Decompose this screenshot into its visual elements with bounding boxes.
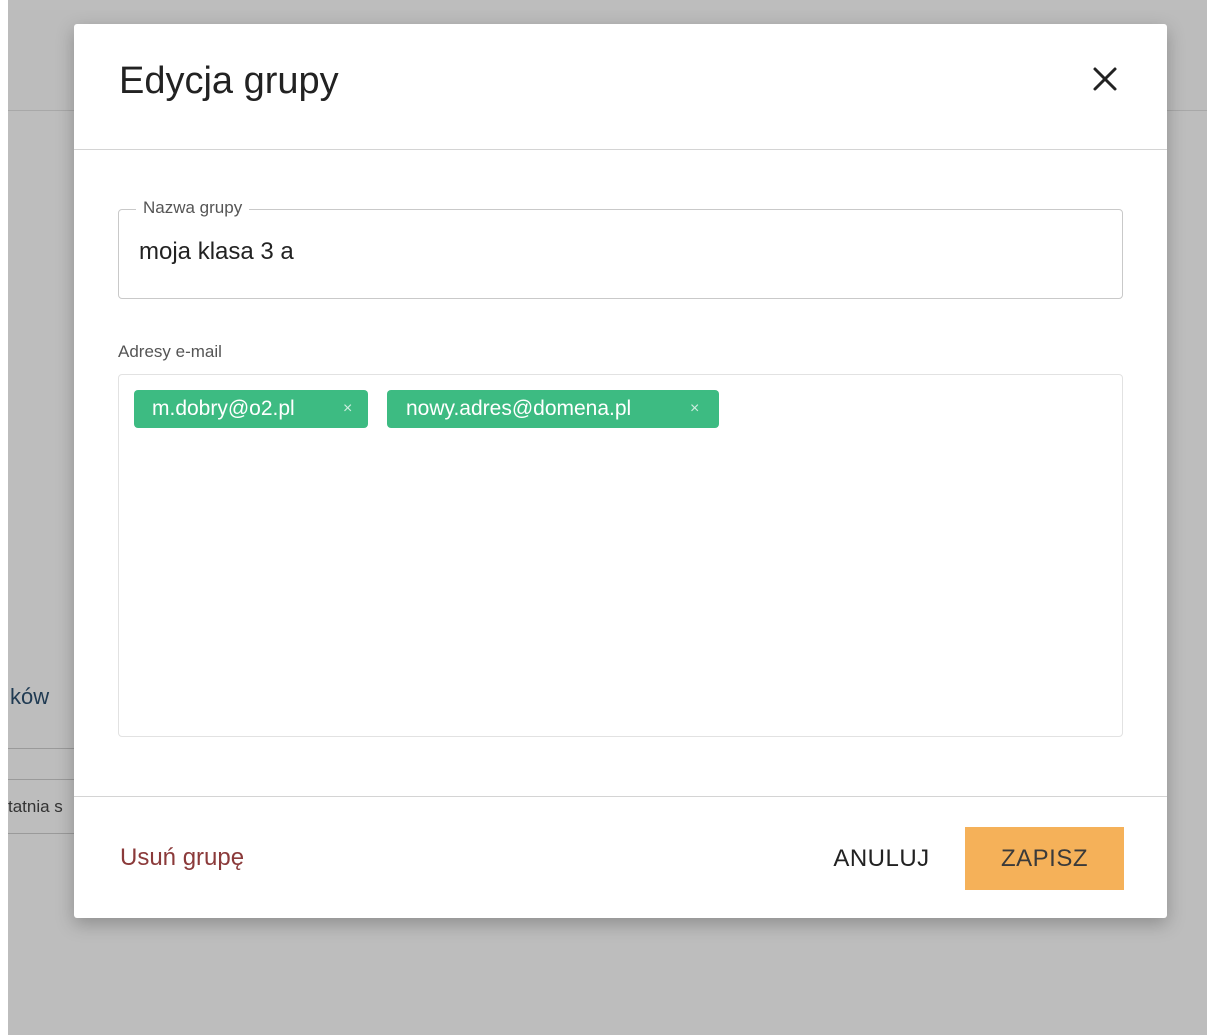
dialog-footer: Usuń grupę ANULUJ ZAPISZ [74,796,1167,919]
group-name-field: Nazwa grupy [118,198,1123,299]
background-divider [8,748,78,749]
close-icon [1093,67,1117,91]
page: ków tatnia s Edycja grupy Nazwa grupy Ad… [0,0,1207,1035]
cancel-button[interactable]: ANULUJ [809,828,954,890]
delete-group-link[interactable]: Usuń grupę [120,844,244,872]
dialog-title: Edycja grupy [119,60,339,102]
emails-input-area[interactable]: m.dobry@o2.pl × nowy.adres@domena.pl × [118,374,1123,737]
email-chip-label: m.dobry@o2.pl [152,397,295,420]
edit-group-dialog: Edycja grupy Nazwa grupy Adresy e-mail m… [74,24,1167,918]
remove-chip-icon[interactable]: × [690,390,699,428]
close-button[interactable] [1084,60,1124,100]
background-divider [8,779,78,780]
background-section-text: ków [10,684,50,709]
save-button[interactable]: ZAPISZ [965,827,1124,890]
group-name-input[interactable] [139,238,1099,266]
group-name-label: Nazwa grupy [136,198,250,218]
email-chip: nowy.adres@domena.pl × [387,390,719,428]
email-chip-label: nowy.adres@domena.pl [406,397,632,420]
background-column-header: tatnia s [8,797,63,816]
background-left-strip [0,0,8,1035]
emails-label: Adresy e-mail [118,342,222,361]
dialog-header: Edycja grupy [74,24,1167,150]
email-chip: m.dobry@o2.pl × [134,390,368,428]
remove-chip-icon[interactable]: × [343,390,352,428]
background-divider [8,833,78,834]
